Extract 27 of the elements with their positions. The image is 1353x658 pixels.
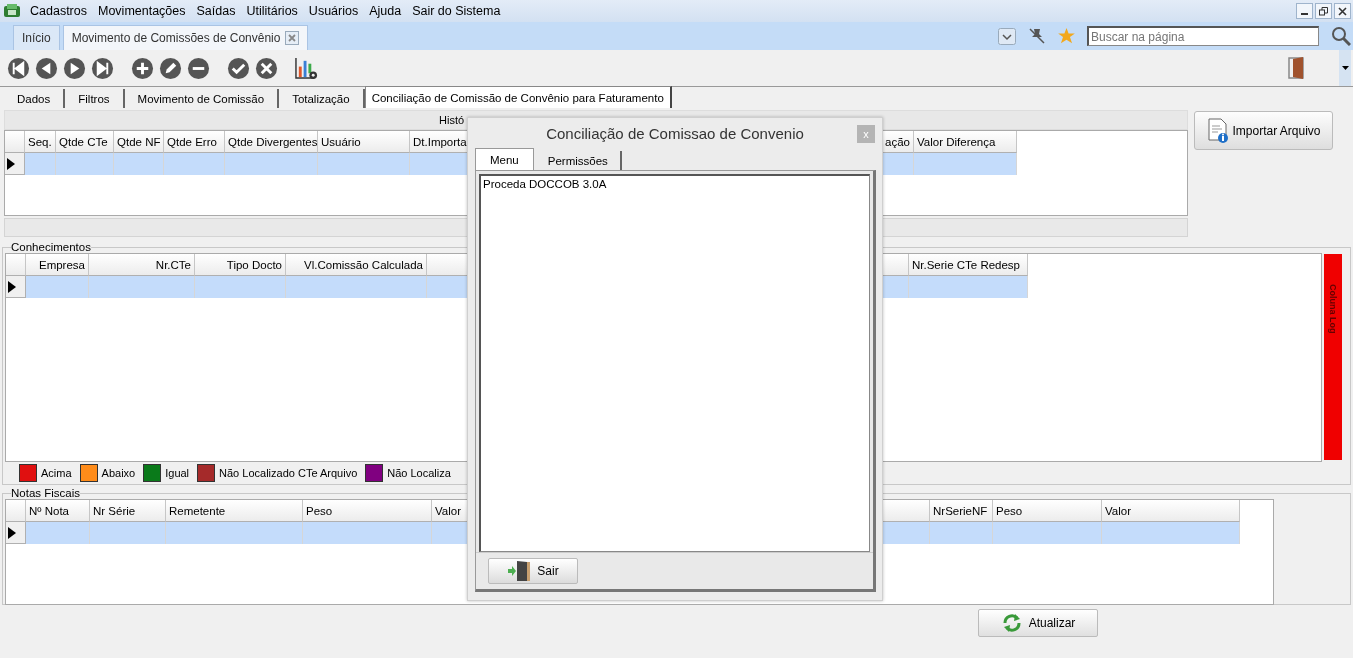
column-header: Nº Nota [26,500,90,522]
column-header: Valor [1102,500,1240,522]
panel-title: Histó [439,114,465,126]
column-header: Nr Série [90,500,166,522]
column-header: Tipo Docto [195,254,286,276]
column-header: Qtde Erro [164,131,225,153]
column-header: Nr.Serie CTe Redesp [909,254,1028,276]
group-title: Conhecimentos [11,241,91,253]
column-header: Qtde Divergentes [225,131,318,153]
legend-label: Não Localizado CTe Arquivo [219,467,358,479]
legend-label: Não Localiza [387,467,451,479]
column-header: Vl.Comissão Calculada [286,254,427,276]
column-header: NrSerieNF [930,500,993,522]
column-header: Peso [303,500,432,522]
legend-label: Abaixo [101,467,136,479]
column-header: Seq. [25,131,56,153]
column-header: Remetente [166,500,303,522]
column-header: Qtde CTe [56,131,114,153]
legend-label: Igual [165,467,190,479]
column-header: Qtde NF [114,131,164,153]
column-header: Usuário [318,131,410,153]
column-header: Empresa [26,254,89,276]
column-header: Nr.CTe [89,254,195,276]
column-header: Valor Diferença [914,131,1017,153]
group-title: Notas Fiscais [11,487,81,499]
column-header: Peso [993,500,1102,522]
legend-label: Acima [41,467,72,479]
